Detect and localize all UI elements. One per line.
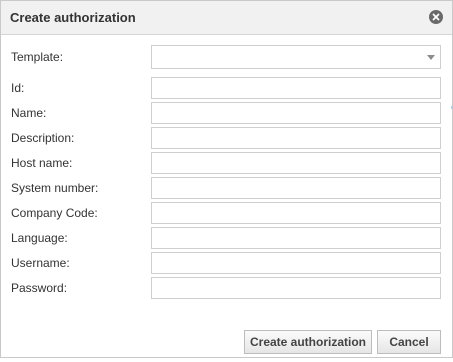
host-name-label: Host name: — [11, 156, 73, 170]
close-icon[interactable] — [429, 10, 443, 24]
description-row: Description: — [1, 127, 452, 149]
template-select[interactable] — [151, 45, 441, 69]
username-label: Username: — [11, 256, 70, 270]
dialog-title: Create authorization — [10, 10, 136, 25]
language-row: Language: — [1, 227, 452, 249]
create-authorization-dialog: Create authorization Template: Id: Name:… — [0, 0, 453, 358]
system-number-label: System number: — [11, 181, 99, 195]
description-label: Description: — [11, 131, 75, 145]
template-row: Template: — [1, 45, 452, 69]
system-number-input[interactable] — [151, 177, 441, 199]
host-name-input[interactable] — [151, 152, 441, 174]
username-input[interactable] — [151, 252, 441, 274]
template-label: Template: — [11, 50, 64, 64]
name-label: Name: — [11, 106, 47, 120]
password-row: Password: — [1, 277, 452, 299]
company-code-label: Company Code: — [11, 206, 98, 220]
name-row: Name: — [1, 102, 452, 124]
chevron-down-icon[interactable] — [427, 55, 435, 60]
create-authorization-button[interactable]: Create authorization — [244, 330, 372, 354]
description-input[interactable] — [151, 127, 441, 149]
id-input[interactable] — [151, 77, 441, 99]
cancel-button[interactable]: Cancel — [377, 330, 441, 354]
id-row: Id: — [1, 77, 452, 99]
company-code-row: Company Code: — [1, 202, 452, 224]
dialog-titlebar: Create authorization — [1, 1, 452, 35]
language-input[interactable] — [151, 227, 441, 249]
company-code-input[interactable] — [151, 202, 441, 224]
username-row: Username: — [1, 252, 452, 274]
name-input[interactable] — [151, 102, 441, 124]
password-label: Password: — [11, 281, 68, 295]
host-name-row: Host name: — [1, 152, 452, 174]
password-input[interactable] — [151, 277, 441, 299]
id-label: Id: — [11, 81, 25, 95]
system-number-row: System number: — [1, 177, 452, 199]
language-label: Language: — [11, 231, 68, 245]
